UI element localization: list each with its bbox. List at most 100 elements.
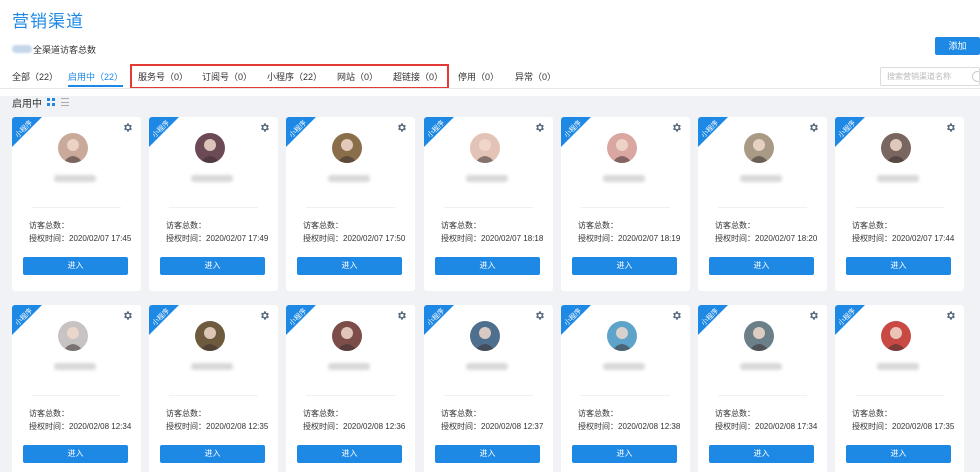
card-divider bbox=[855, 207, 944, 208]
visits-label: 访客总数： bbox=[29, 221, 69, 230]
enter-button[interactable]: 进入 bbox=[709, 445, 814, 463]
tab-disabled[interactable]: 停用（0） bbox=[458, 68, 499, 87]
gear-icon[interactable] bbox=[259, 122, 270, 133]
tab-all[interactable]: 全部（22） bbox=[12, 68, 58, 87]
auth-time-label: 授权时间： bbox=[303, 234, 343, 243]
search-placeholder: 搜索营销渠道名称 bbox=[887, 72, 951, 81]
auth-time-value: 2020/02/08 17:35 bbox=[892, 422, 955, 431]
total-visitors-value-blurred bbox=[12, 45, 32, 53]
gear-icon[interactable] bbox=[122, 122, 133, 133]
visits-label: 访客总数： bbox=[441, 221, 481, 230]
visits-row: 访客总数： bbox=[578, 408, 618, 419]
visits-row: 访客总数： bbox=[29, 408, 69, 419]
enter-button[interactable]: 进入 bbox=[846, 445, 951, 463]
auth-time-label: 授权时间： bbox=[578, 422, 618, 431]
gear-icon[interactable] bbox=[396, 310, 407, 321]
auth-time-value: 2020/02/08 12:36 bbox=[343, 422, 406, 431]
visits-row: 访客总数： bbox=[166, 408, 206, 419]
channel-card: 小程序 访客总数： 授权时间：2020/02/08 12:34 进入 bbox=[12, 305, 141, 472]
gear-icon[interactable] bbox=[808, 122, 819, 133]
visits-label: 访客总数： bbox=[852, 221, 892, 230]
channel-card: 小程序 访客总数： 授权时间：2020/02/07 18:20 进入 bbox=[698, 117, 827, 291]
auth-time-label: 授权时间： bbox=[715, 234, 755, 243]
avatar bbox=[881, 133, 911, 163]
gear-icon[interactable] bbox=[945, 310, 956, 321]
auth-time-label: 授权时间： bbox=[29, 234, 69, 243]
channel-name-blurred bbox=[740, 363, 782, 370]
avatar bbox=[607, 321, 637, 351]
channel-name-blurred bbox=[191, 175, 233, 182]
channel-name-blurred bbox=[54, 363, 96, 370]
enter-button[interactable]: 进入 bbox=[572, 257, 677, 275]
visits-label: 访客总数： bbox=[166, 221, 206, 230]
visits-label: 访客总数： bbox=[578, 409, 618, 418]
auth-time-label: 授权时间： bbox=[441, 234, 481, 243]
visits-row: 访客总数： bbox=[852, 220, 892, 231]
visits-label: 访客总数： bbox=[852, 409, 892, 418]
enter-button[interactable]: 进入 bbox=[709, 257, 814, 275]
channel-card: 小程序 访客总数： 授权时间：2020/02/07 17:49 进入 bbox=[149, 117, 278, 291]
auth-time-row: 授权时间：2020/02/08 12:35 bbox=[166, 421, 268, 432]
channel-card: 小程序 访客总数： 授权时间：2020/02/07 17:44 进入 bbox=[835, 117, 964, 291]
channel-card: 小程序 访客总数： 授权时间：2020/02/07 18:19 进入 bbox=[561, 117, 690, 291]
gear-icon[interactable] bbox=[122, 310, 133, 321]
enter-button[interactable]: 进入 bbox=[160, 257, 265, 275]
auth-time-label: 授权时间： bbox=[166, 234, 206, 243]
gear-icon[interactable] bbox=[945, 122, 956, 133]
auth-time-label: 授权时间： bbox=[29, 422, 69, 431]
auth-time-label: 授权时间： bbox=[852, 422, 892, 431]
add-button[interactable]: 添加 bbox=[935, 37, 980, 55]
channel-name-blurred bbox=[877, 363, 919, 370]
auth-time-row: 授权时间：2020/02/08 12:37 bbox=[441, 421, 543, 432]
total-visitors-row: 全渠道访客总数 bbox=[12, 42, 96, 56]
channel-card: 小程序 访客总数： 授权时间：2020/02/07 17:50 进入 bbox=[286, 117, 415, 291]
search-input[interactable]: 搜索营销渠道名称 bbox=[880, 67, 980, 86]
card-divider bbox=[32, 395, 121, 396]
channel-card: 小程序 访客总数： 授权时间：2020/02/08 12:38 进入 bbox=[561, 305, 690, 472]
gear-icon[interactable] bbox=[396, 122, 407, 133]
visits-label: 访客总数： bbox=[715, 409, 755, 418]
grid-view-icon[interactable] bbox=[47, 98, 55, 106]
auth-time-row: 授权时间：2020/02/08 12:34 bbox=[29, 421, 131, 432]
gear-icon[interactable] bbox=[671, 310, 682, 321]
total-visitors-label: 全渠道访客总数 bbox=[33, 44, 97, 55]
avatar bbox=[470, 133, 500, 163]
gear-icon[interactable] bbox=[259, 310, 270, 321]
visits-label: 访客总数： bbox=[715, 221, 755, 230]
visits-label: 访客总数： bbox=[303, 409, 343, 418]
auth-time-value: 2020/02/07 18:20 bbox=[755, 234, 818, 243]
enter-button[interactable]: 进入 bbox=[297, 257, 402, 275]
channel-name-blurred bbox=[328, 363, 370, 370]
gear-icon[interactable] bbox=[534, 122, 545, 133]
gear-icon[interactable] bbox=[534, 310, 545, 321]
gear-icon[interactable] bbox=[671, 122, 682, 133]
visits-label: 访客总数： bbox=[166, 409, 206, 418]
enter-button[interactable]: 进入 bbox=[435, 445, 540, 463]
page-title: 营销渠道 bbox=[12, 12, 84, 31]
auth-time-value: 2020/02/07 18:18 bbox=[481, 234, 544, 243]
auth-time-row: 授权时间：2020/02/07 17:50 bbox=[303, 233, 405, 244]
tab-abnormal[interactable]: 异常（0） bbox=[515, 68, 556, 87]
card-divider bbox=[444, 395, 533, 396]
search-icon[interactable] bbox=[972, 71, 979, 82]
auth-time-row: 授权时间：2020/02/07 17:44 bbox=[852, 233, 954, 244]
avatar bbox=[744, 321, 774, 351]
enter-button[interactable]: 进入 bbox=[846, 257, 951, 275]
gear-icon[interactable] bbox=[808, 310, 819, 321]
channel-card: 小程序 访客总数： 授权时间：2020/02/08 17:35 进入 bbox=[835, 305, 964, 472]
tab-enabled[interactable]: 启用中（22） bbox=[68, 68, 124, 87]
channel-card: 小程序 访客总数： 授权时间：2020/02/07 17:45 进入 bbox=[12, 117, 141, 291]
enter-button[interactable]: 进入 bbox=[160, 445, 265, 463]
enter-button[interactable]: 进入 bbox=[23, 445, 128, 463]
visits-row: 访客总数： bbox=[166, 220, 206, 231]
channel-name-blurred bbox=[466, 363, 508, 370]
enter-button[interactable]: 进入 bbox=[572, 445, 677, 463]
enter-button[interactable]: 进入 bbox=[23, 257, 128, 275]
enter-button[interactable]: 进入 bbox=[435, 257, 540, 275]
list-view-icon[interactable] bbox=[61, 98, 69, 106]
enter-button[interactable]: 进入 bbox=[297, 445, 402, 463]
auth-time-value: 2020/02/08 12:37 bbox=[481, 422, 544, 431]
card-divider bbox=[32, 207, 121, 208]
channel-name-blurred bbox=[740, 175, 782, 182]
avatar bbox=[195, 321, 225, 351]
